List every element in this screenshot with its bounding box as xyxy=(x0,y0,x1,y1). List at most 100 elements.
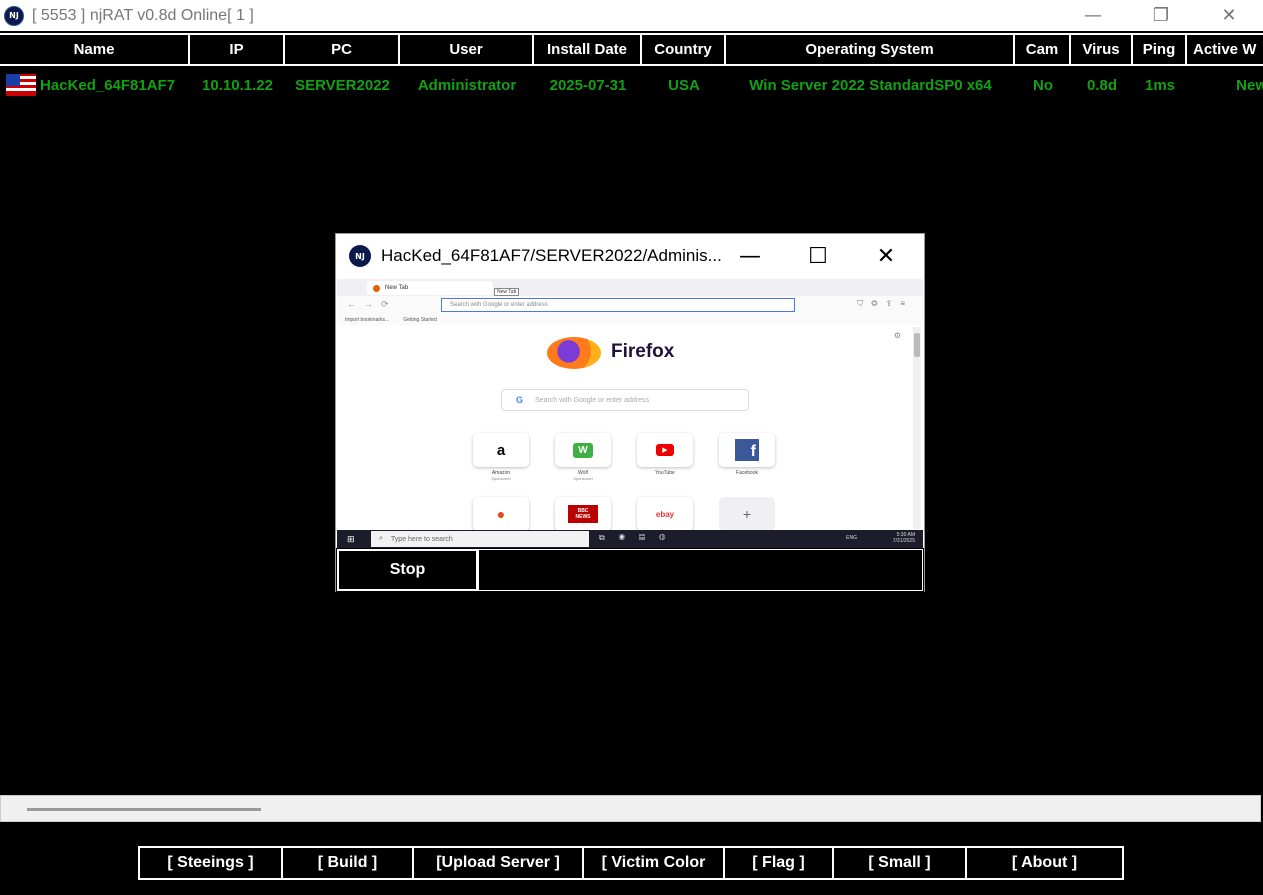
minimize-icon[interactable]: — xyxy=(1059,0,1127,31)
remote-desktop-options-area[interactable] xyxy=(478,549,923,591)
row-ip: 10.10.1.22 xyxy=(202,76,273,94)
close-icon[interactable]: ✕ xyxy=(1195,0,1263,31)
build-button[interactable]: [ Build ] xyxy=(283,848,414,878)
settings-button[interactable]: [ Steeings ] xyxy=(140,848,283,878)
shortcut-sub: Sponsored xyxy=(573,476,593,481)
google-icon: G xyxy=(516,395,524,405)
remote-screen-view[interactable]: New Tab New Tab ←→⟳ Search with Google o… xyxy=(337,279,923,548)
row-name: HacKed_64F81AF7 xyxy=(40,76,176,94)
bookmark-item[interactable]: Import bookmarks... xyxy=(345,317,389,323)
taskbar-app-icons[interactable]: ⧉◉▤◍ xyxy=(599,533,679,543)
app-logo-icon: NJ xyxy=(4,5,24,26)
page-scrollbar[interactable] xyxy=(913,327,921,529)
column-header-ping[interactable]: Ping xyxy=(1133,35,1187,64)
shortcut-tile[interactable]: ● xyxy=(473,497,529,531)
about-button[interactable]: [ About ] xyxy=(967,848,1122,878)
plus-icon: + xyxy=(742,506,752,522)
usa-flag-icon xyxy=(6,74,36,96)
taskbar-search-input[interactable]: ⌕ Type here to search xyxy=(371,531,589,547)
njrat-main-window: NJ [ 5553 ] njRAT v0.8d Online[ 1 ] — ❐ … xyxy=(0,0,1263,895)
shortcut-tile[interactable]: W xyxy=(555,433,611,467)
shortcut-tile[interactable]: ebay xyxy=(637,497,693,531)
remote-desktop-window: NJ HacKed_64F81AF7/SERVER2022/Adminis...… xyxy=(335,233,925,592)
upload-server-button[interactable]: [Upload Server ] xyxy=(414,848,584,878)
browser-tab-bar: New Tab New Tab xyxy=(337,279,923,296)
row-cam: No xyxy=(1033,76,1053,94)
column-header-user[interactable]: User xyxy=(400,35,534,64)
browser-tab-label: New Tab xyxy=(385,285,409,291)
newtab-search-placeholder: Search with Google or enter address xyxy=(535,396,650,404)
bottom-toolbar: [ Steeings ] [ Build ] [Upload Server ] … xyxy=(138,846,1124,880)
restore-icon[interactable]: ❐ xyxy=(1127,0,1195,31)
remote-desktop-title-bar[interactable]: NJ HacKed_64F81AF7/SERVER2022/Adminis...… xyxy=(336,234,924,278)
ebay-icon: ebay xyxy=(655,509,675,519)
firefox-icon xyxy=(373,284,380,292)
column-header-install-date[interactable]: Install Date xyxy=(534,35,642,64)
column-header-virus[interactable]: Virus xyxy=(1071,35,1133,64)
facebook-icon: f xyxy=(735,439,759,461)
stop-button[interactable]: Stop xyxy=(337,549,478,591)
reddit-icon: ● xyxy=(496,506,506,522)
app-logo-icon: NJ xyxy=(349,245,371,267)
shortcut-tile[interactable]: BBC NEWS xyxy=(555,497,611,531)
wolf-icon: W xyxy=(573,442,593,458)
windows-start-icon[interactable]: ⊞ xyxy=(347,534,355,545)
shortcut-label: Facebook xyxy=(736,470,758,476)
browser-toolbar-icons[interactable]: ⛉◎⇪≡ xyxy=(857,299,913,309)
bookmarks-bar: Import bookmarks... Getting Started xyxy=(337,314,923,325)
firefox-new-tab-page: Firefox G Search with Google or enter ad… xyxy=(337,325,923,531)
shortcut-sub: Sponsored xyxy=(491,476,511,481)
victim-color-button[interactable]: [ Victim Color xyxy=(584,848,725,878)
tray-clock: 5:30 AM 7/31/2025 xyxy=(893,532,915,544)
row-virus: 0.8d xyxy=(1086,76,1117,94)
firefox-wordmark: Firefox xyxy=(611,341,675,362)
close-icon[interactable]: ✕ xyxy=(852,234,920,278)
victim-list-header: Name IP PC User Install Date Country Ope… xyxy=(0,33,1263,66)
shortcut-tile[interactable]: f xyxy=(719,433,775,467)
search-icon: ⌕ xyxy=(379,535,383,542)
column-header-cam[interactable]: Cam xyxy=(1015,35,1071,64)
nav-arrows-icon[interactable]: ←→⟳ xyxy=(347,299,397,310)
horizontal-scrollbar[interactable] xyxy=(0,795,1261,822)
row-user: Administrator xyxy=(417,76,517,94)
browser-nav-bar: ←→⟳ Search with Google or enter address … xyxy=(337,296,923,314)
row-os: Win Server 2022 StandardSP0 x64 xyxy=(749,76,992,94)
tab-tooltip: New Tab xyxy=(494,288,520,296)
remote-desktop-controls: — ☐ ✕ xyxy=(716,234,920,278)
page-scrollbar-thumb[interactable] xyxy=(914,333,920,357)
add-shortcut-button[interactable]: + xyxy=(719,497,775,531)
maximize-icon[interactable]: ☐ xyxy=(784,234,852,278)
taskbar-search-placeholder: Type here to search xyxy=(390,535,453,543)
shortcut-tile[interactable]: a xyxy=(473,433,529,467)
flag-button[interactable]: [ Flag ] xyxy=(725,848,834,878)
column-header-name[interactable]: Name xyxy=(0,35,190,64)
small-button[interactable]: [ Small ] xyxy=(834,848,967,878)
window-title: [ 5553 ] njRAT v0.8d Online[ 1 ] xyxy=(32,6,254,24)
column-header-ip[interactable]: IP xyxy=(190,35,285,64)
shortcut-label: YouTube xyxy=(655,470,675,476)
browser-url-bar[interactable]: Search with Google or enter address xyxy=(441,298,795,312)
row-pc: SERVER2022 xyxy=(295,76,390,94)
tray-date: 7/31/2025 xyxy=(892,538,915,544)
table-row[interactable]: HacKed_64F81AF7 10.10.1.22 SERVER2022 Ad… xyxy=(0,70,1263,100)
column-header-country[interactable]: Country xyxy=(642,35,726,64)
window-controls: — ❐ ✕ xyxy=(1059,0,1263,31)
bbc-news-icon: BBC NEWS xyxy=(568,505,598,523)
settings-icon[interactable]: ⚙ xyxy=(894,331,901,340)
shortcut-tile[interactable]: ▶ xyxy=(637,433,693,467)
horizontal-scrollbar-thumb[interactable] xyxy=(27,808,261,811)
row-ping: 1ms xyxy=(1144,76,1176,94)
bookmark-item[interactable]: Getting Started xyxy=(403,317,437,323)
remote-taskbar: ⊞ ⌕ Type here to search ⧉◉▤◍ ENG 5:30 AM… xyxy=(337,530,923,548)
column-header-operating-system[interactable]: Operating System xyxy=(726,35,1015,64)
youtube-icon: ▶ xyxy=(656,444,674,456)
minimize-icon[interactable]: — xyxy=(716,234,784,278)
row-country: USA xyxy=(668,76,700,94)
tray-language: ENG xyxy=(846,535,857,541)
column-header-active-window[interactable]: Active W xyxy=(1187,35,1263,64)
column-header-pc[interactable]: PC xyxy=(285,35,400,64)
browser-tab[interactable]: New Tab xyxy=(367,281,493,295)
row-install-date: 2025-07-31 xyxy=(549,76,627,94)
newtab-search-input[interactable]: G Search with Google or enter address xyxy=(501,389,749,411)
remote-desktop-title: HacKed_64F81AF7/SERVER2022/Adminis... xyxy=(381,246,722,265)
